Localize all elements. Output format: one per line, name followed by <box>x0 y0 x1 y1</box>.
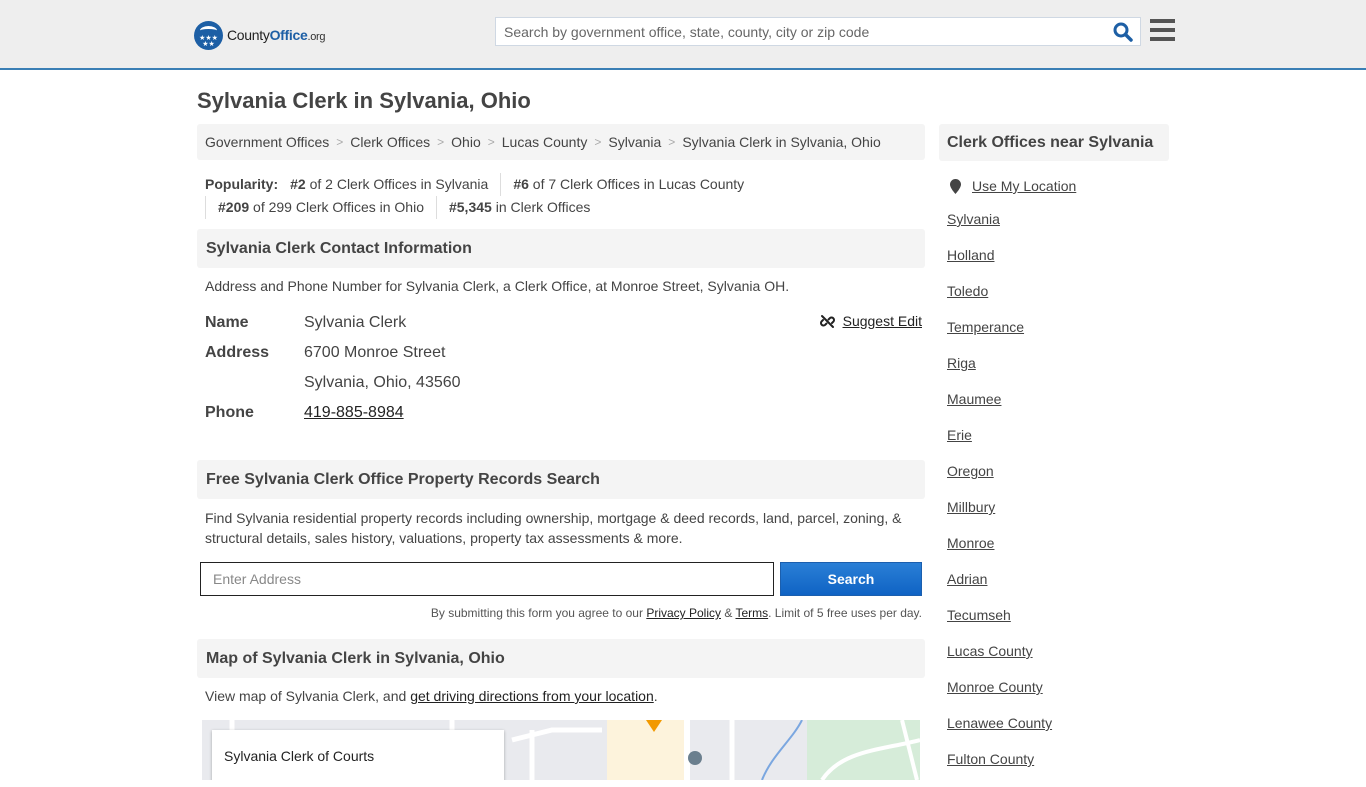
nearby-link-monroe[interactable]: Monroe <box>947 535 994 551</box>
site-header: ★★★ ★★ CountyOffice.org <box>0 0 1366 70</box>
breadcrumb-separator: > <box>487 135 495 149</box>
breadcrumb-ohio[interactable]: Ohio <box>451 134 481 150</box>
phone-link[interactable]: 419-885-8984 <box>304 404 404 421</box>
breadcrumb-separator: > <box>437 135 445 149</box>
popularity-ranks: Popularity: #2 of 2 Clerk Offices in Syl… <box>197 173 925 219</box>
nearby-link-monroe-county[interactable]: Monroe County <box>947 679 1043 695</box>
breadcrumb-separator: > <box>668 135 676 149</box>
nearby-link-holland[interactable]: Holland <box>947 247 994 263</box>
nearby-link-lucas-county[interactable]: Lucas County <box>947 643 1033 659</box>
unlink-icon <box>819 314 835 328</box>
address-row: Address 6700 Monroe Street <box>197 338 925 368</box>
breadcrumb-sylvania[interactable]: Sylvania <box>608 134 661 150</box>
driving-directions-link[interactable]: get driving directions from your locatio… <box>410 688 654 704</box>
nearby-link-riga[interactable]: Riga <box>947 355 976 371</box>
rank-state: #209 of 299 Clerk Offices in Ohio <box>205 196 436 219</box>
suggest-edit-link[interactable]: Suggest Edit <box>819 313 922 329</box>
nearby-link-erie[interactable]: Erie <box>947 427 972 443</box>
map-description: View map of Sylvania Clerk, and get driv… <box>205 688 658 704</box>
contact-heading: Sylvania Clerk Contact Information <box>197 229 925 268</box>
nearby-link-sylvania[interactable]: Sylvania <box>947 211 1000 227</box>
main-content: Government Offices > Clerk Offices > Ohi… <box>197 124 925 780</box>
contact-details: Suggest Edit Name Sylvania Clerk Address… <box>197 308 925 428</box>
breadcrumb-separator: > <box>594 135 602 149</box>
breadcrumb-current: Sylvania Clerk in Sylvania, Ohio <box>682 134 881 150</box>
countyoffice-logo[interactable]: ★★★ ★★ CountyOffice.org <box>194 20 326 50</box>
breadcrumb: Government Offices > Clerk Offices > Ohi… <box>197 124 925 160</box>
property-search-heading: Free Sylvania Clerk Office Property Reco… <box>197 460 925 499</box>
use-my-location: Use My Location <box>939 178 1169 194</box>
nearby-link-temperance[interactable]: Temperance <box>947 319 1024 335</box>
page-title: Sylvania Clerk in Sylvania, Ohio <box>197 88 531 113</box>
name-row: Name Sylvania Clerk <box>197 308 925 338</box>
address-label: Address <box>205 344 270 361</box>
logo-text: CountyOffice.org <box>227 27 326 43</box>
nearby-heading: Clerk Offices near Sylvania <box>939 124 1169 161</box>
phone-label: Phone <box>205 404 254 421</box>
office-name: Sylvania Clerk <box>304 314 407 331</box>
rank-county: #6 of 7 Clerk Offices in Lucas County <box>500 173 756 196</box>
address-line1: 6700 Monroe Street <box>304 344 446 361</box>
map-info-card: Sylvania Clerk of Courts <box>212 730 504 780</box>
nearby-link-oregon[interactable]: Oregon <box>947 463 994 479</box>
nearby-link-lenawee-county[interactable]: Lenawee County <box>947 715 1052 731</box>
nearby-list: Sylvania Holland Toledo Temperance Riga … <box>939 211 1169 787</box>
map-heading: Map of Sylvania Clerk in Sylvania, Ohio <box>197 639 925 678</box>
form-disclaimer: By submitting this form you agree to our… <box>430 606 922 620</box>
name-label: Name <box>205 314 249 331</box>
nearby-link-maumee[interactable]: Maumee <box>947 391 1001 407</box>
rank-national: #5,345 in Clerk Offices <box>435 196 602 219</box>
map-place-marker <box>688 751 702 765</box>
eagle-stars-logo-icon: ★★★ ★★ <box>194 20 223 50</box>
breadcrumb-clerk-offices[interactable]: Clerk Offices <box>350 134 430 150</box>
nearby-link-tecumseh[interactable]: Tecumseh <box>947 607 1011 623</box>
phone-row: Phone 419-885-8984 <box>197 398 925 428</box>
contact-description: Address and Phone Number for Sylvania Cl… <box>205 278 790 294</box>
nearby-link-toledo[interactable]: Toledo <box>947 283 988 299</box>
location-map[interactable]: Sylvania Clerk of Courts <box>202 720 920 780</box>
map-pin-icon <box>950 178 961 194</box>
address-row-2: Sylvania, Ohio, 43560 <box>197 368 925 398</box>
site-search-input[interactable] <box>496 18 1096 45</box>
breadcrumb-government-offices[interactable]: Government Offices <box>205 134 329 150</box>
nearby-link-adrian[interactable]: Adrian <box>947 571 987 587</box>
breadcrumb-separator: > <box>336 135 344 149</box>
property-search-button[interactable]: Search <box>780 562 922 596</box>
address-input[interactable] <box>200 562 774 596</box>
hamburger-menu-icon[interactable] <box>1150 19 1175 41</box>
search-icon[interactable] <box>1113 22 1133 42</box>
nearby-link-millbury[interactable]: Millbury <box>947 499 995 515</box>
terms-link[interactable]: Terms <box>735 606 768 620</box>
nearby-link-fulton-county[interactable]: Fulton County <box>947 751 1034 767</box>
site-search <box>495 17 1141 46</box>
use-my-location-link[interactable]: Use My Location <box>972 178 1076 194</box>
address-line2: Sylvania, Ohio, 43560 <box>304 374 461 391</box>
property-search-form: Search <box>197 562 925 596</box>
nearby-offices-sidebar: Clerk Offices near Sylvania Use My Locat… <box>939 124 1169 787</box>
privacy-policy-link[interactable]: Privacy Policy <box>646 606 721 620</box>
breadcrumb-lucas-county[interactable]: Lucas County <box>502 134 588 150</box>
map-card-title: Sylvania Clerk of Courts <box>224 748 375 764</box>
popularity-label: Popularity: <box>205 176 279 192</box>
rank-city: #2 of 2 Clerk Offices in Sylvania <box>290 176 489 192</box>
property-search-description: Find Sylvania residential property recor… <box>205 510 902 546</box>
